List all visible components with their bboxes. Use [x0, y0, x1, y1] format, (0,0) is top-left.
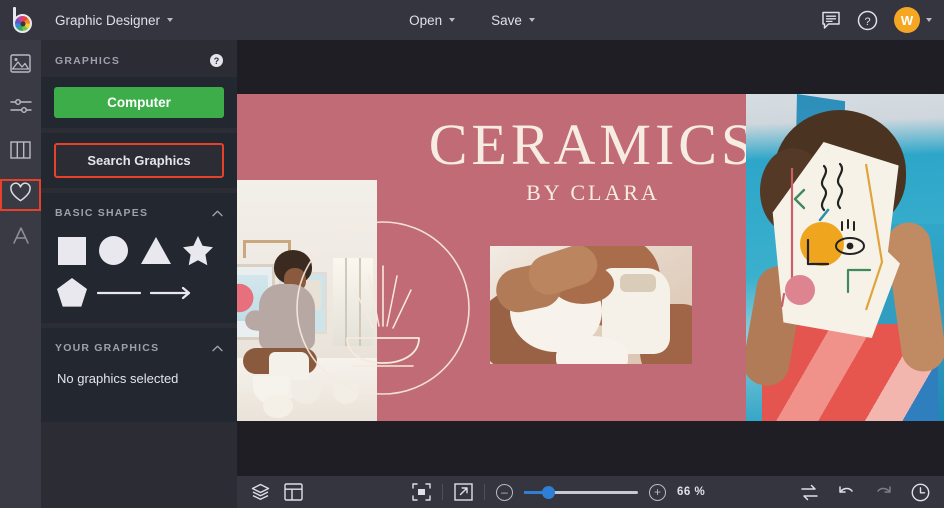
sliders-icon [9, 97, 32, 121]
layers-icon[interactable] [251, 483, 270, 501]
comment-icon[interactable] [821, 11, 841, 30]
basic-shapes-grid [41, 230, 237, 323]
chevron-down-icon [926, 18, 932, 22]
canvas-area[interactable]: CERAMICS BY CLARA [237, 40, 944, 476]
search-graphics-block: Search Graphics [41, 133, 237, 188]
chevron-down-icon [449, 18, 456, 22]
compare-swap-icon[interactable] [800, 484, 819, 501]
sidebar-item-image-manager[interactable] [0, 50, 41, 82]
fit-to-screen-icon[interactable] [412, 483, 431, 501]
sidebar-item-text[interactable] [0, 222, 41, 254]
basic-shapes-section: BASIC SHAPES [41, 193, 237, 323]
top-bar: Graphic Designer Open Save ? W [0, 0, 944, 40]
app-root: Graphic Designer Open Save ? W GRAPHICS … [0, 0, 944, 508]
divider [442, 484, 443, 500]
zoom-slider-handle[interactable] [542, 485, 555, 499]
open-external-icon[interactable] [454, 483, 473, 501]
basic-shapes-header[interactable]: BASIC SHAPES [41, 193, 237, 230]
your-graphics-section: YOUR GRAPHICS No graphics selected [41, 328, 237, 422]
chevron-up-icon[interactable] [212, 339, 223, 357]
open-label: Open [409, 12, 443, 28]
subhead-text[interactable]: BY CLARA [423, 180, 763, 206]
account-menu[interactable]: W [894, 7, 932, 33]
bottom-bar-left [237, 483, 303, 501]
top-bar-right-actions: ? W [821, 0, 932, 40]
ceramic-bowl-line-icon[interactable] [295, 220, 471, 396]
pentagon-shape[interactable] [55, 276, 88, 309]
open-menu-button[interactable]: Open [398, 8, 466, 33]
document-title-label: Graphic Designer [55, 12, 161, 28]
document-title-menu[interactable]: Graphic Designer [44, 8, 184, 33]
headline-text[interactable]: CERAMICS [423, 116, 763, 174]
zoom-slider[interactable] [524, 485, 638, 499]
hands-bowl-photo[interactable] [490, 246, 692, 364]
your-graphics-header[interactable]: YOUR GRAPHICS [41, 328, 237, 365]
star-shape[interactable] [181, 234, 214, 267]
bottom-bar-right [800, 483, 930, 502]
layout-icon[interactable] [284, 483, 303, 501]
chevron-down-icon [528, 18, 535, 22]
bottom-bar-center: – + 66 % [412, 483, 705, 501]
computer-upload-block: Computer [41, 77, 237, 128]
question-mark-icon[interactable]: ? [210, 54, 223, 67]
history-clock-icon[interactable] [911, 483, 930, 502]
plate-decoration [780, 162, 884, 311]
save-menu-button[interactable]: Save [480, 8, 546, 33]
columns-icon [10, 140, 31, 164]
chevron-up-icon[interactable] [212, 204, 223, 222]
square-shape[interactable] [55, 234, 88, 267]
top-bar-center-actions: Open Save [372, 8, 572, 33]
divider [484, 484, 485, 500]
graphics-panel: GRAPHICS ? Computer Search Graphics BASI… [41, 40, 237, 508]
panel-title: GRAPHICS [55, 54, 121, 67]
heart-icon [9, 182, 32, 208]
bottom-bar: – + 66 % [237, 476, 944, 508]
avatar[interactable]: W [894, 7, 920, 33]
undo-arrow-icon[interactable] [837, 484, 856, 501]
plate-portrait-photo[interactable] [746, 94, 944, 421]
sidebar-item-edit-adjust[interactable] [0, 93, 41, 125]
your-graphics-empty-message: No graphics selected [57, 371, 179, 386]
help-circle-icon[interactable]: ? [857, 10, 878, 31]
svg-text:?: ? [864, 16, 870, 28]
artboard[interactable]: CERAMICS BY CLARA [237, 94, 944, 421]
sidebar-item-templates[interactable] [0, 136, 41, 168]
left-tool-rail [0, 40, 41, 508]
line-shape[interactable] [97, 276, 141, 309]
text-a-icon [11, 226, 31, 250]
zoom-out-button[interactable]: – [496, 483, 513, 501]
zoom-level-label: 66 % [677, 486, 706, 498]
search-graphics-button[interactable]: Search Graphics [54, 143, 224, 178]
image-icon [10, 54, 31, 78]
sidebar-item-graphics[interactable] [0, 179, 41, 211]
logo-color-wheel-icon [13, 14, 32, 33]
arrow-shape[interactable] [150, 276, 194, 309]
redo-arrow-icon[interactable] [874, 484, 893, 501]
computer-button[interactable]: Computer [54, 87, 224, 118]
chevron-down-icon [167, 18, 174, 22]
basic-shapes-title: BASIC SHAPES [55, 207, 149, 219]
app-logo[interactable] [0, 0, 44, 40]
triangle-shape[interactable] [139, 234, 172, 267]
panel-header: GRAPHICS ? [41, 40, 237, 77]
circle-shape[interactable] [97, 234, 130, 267]
your-graphics-title: YOUR GRAPHICS [55, 342, 160, 354]
zoom-in-button[interactable]: + [649, 483, 666, 501]
save-label: Save [491, 12, 522, 28]
